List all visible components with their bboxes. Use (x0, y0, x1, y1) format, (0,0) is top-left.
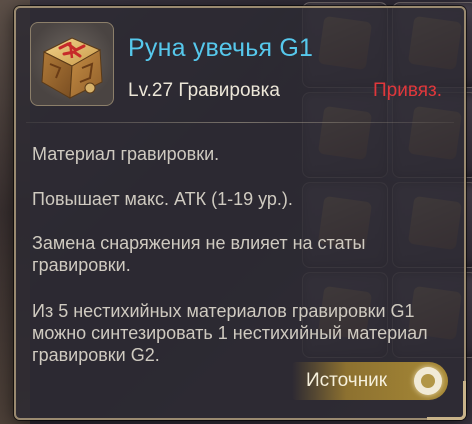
item-tooltip: Руна увечья G1 Lv.27 Гравировка Привяз. … (14, 6, 466, 420)
game-screen: Руна увечья G1 Lv.27 Гравировка Привяз. … (0, 0, 472, 424)
description-line: Замена снаряжения не влияет на статы гра… (32, 233, 366, 275)
source-button[interactable]: Источник (292, 362, 448, 400)
target-icon (414, 367, 442, 395)
divider (26, 122, 454, 123)
item-name: Руна увечья G1 (128, 34, 314, 62)
description-line: Из 5 нестихийных материалов гравировки G… (32, 301, 428, 365)
description-line: Материал гравировки. (32, 144, 220, 164)
source-button-label: Источник (306, 370, 388, 391)
engraving-rune-icon (30, 22, 114, 106)
description-line: Повышает макс. АТК (1-19 ур.). (32, 189, 293, 209)
bound-status: Привяз. (373, 80, 442, 101)
item-level-type: Lv.27 Гравировка (128, 80, 280, 101)
